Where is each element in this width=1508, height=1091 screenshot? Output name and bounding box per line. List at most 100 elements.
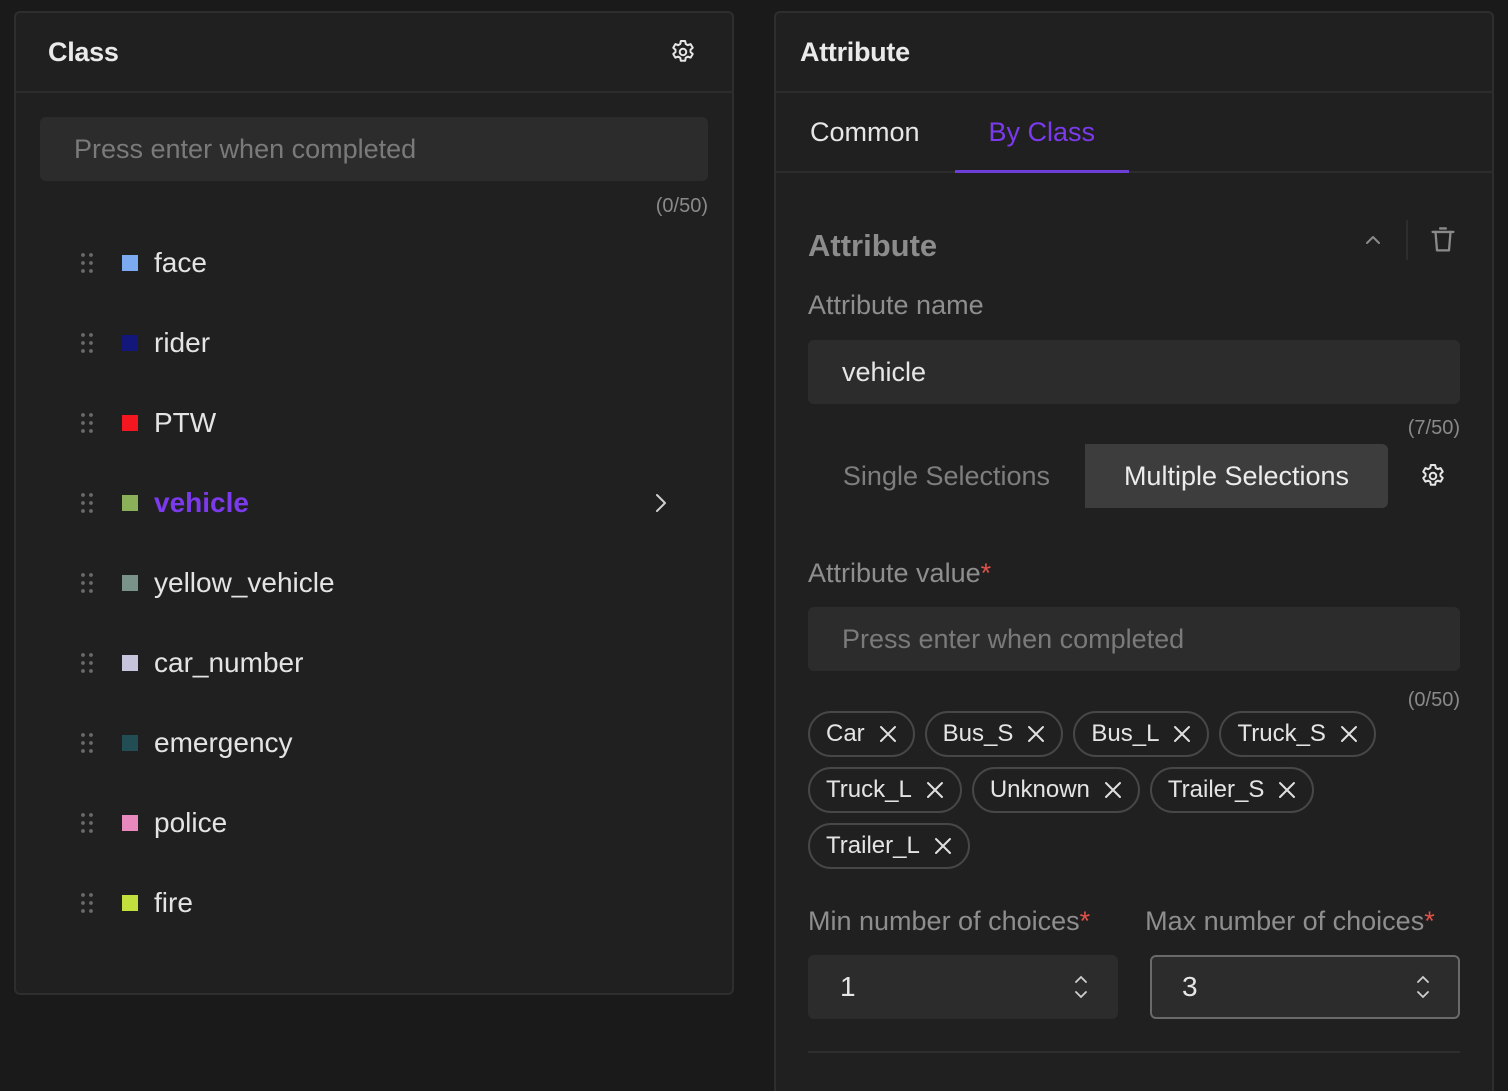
tab-by-class[interactable]: By Class [954,93,1130,173]
required-mark: * [1079,906,1091,936]
chevron-up-icon[interactable] [1074,975,1088,983]
drag-handle-icon[interactable] [80,252,94,274]
attribute-value-chip: Truck_S [1219,711,1376,757]
attribute-value-chip: Car [808,711,915,757]
class-color-swatch [122,735,138,751]
class-label: rider [154,327,211,358]
class-label: car_number [154,647,304,678]
min-choices-value: 1 [840,971,856,1002]
single-selection-option[interactable]: Single Selections [808,444,1085,508]
chip-label: Trailer_S [1167,776,1265,803]
close-icon[interactable] [1171,723,1193,745]
gear-icon [1422,464,1444,486]
class-item[interactable]: face [16,223,732,303]
max-choices-label: Max number of choices* [1145,906,1460,937]
min-choices-input[interactable]: 1 [808,955,1118,1019]
attribute-value-chips: Car Bus_S Bus_L Truck_S Truck_L Unknown Traile… [808,711,1408,869]
close-icon[interactable] [1025,723,1047,745]
attribute-value-label: Attribute value* [808,558,991,588]
multiple-selection-option[interactable]: Multiple Selections [1085,444,1388,508]
tab-common[interactable]: Common [794,93,936,171]
class-item[interactable]: rider [16,303,732,383]
drag-handle-icon[interactable] [80,812,94,834]
attribute-value-chip: Bus_S [924,711,1064,757]
class-color-swatch [122,815,138,831]
max-choices-stepper[interactable] [1416,975,1430,999]
class-list: face rider PTW vehicle yellow_vehicle car_num… [16,223,732,943]
class-label: police [154,807,228,838]
class-label: emergency [154,727,293,758]
class-panel: Class (0/50) face rider PTW vehicle yellow_v… [14,11,734,995]
attribute-value-chip: Truck_L [808,767,962,813]
chevron-up-icon[interactable] [1416,975,1430,983]
drag-handle-icon[interactable] [80,492,94,514]
close-icon[interactable] [932,835,954,857]
attribute-value-chip: Trailer_L [808,823,970,869]
selection-settings-button[interactable] [1416,459,1450,493]
attribute-section-header: Attribute [808,220,1460,264]
chevron-right-icon[interactable] [650,491,670,515]
chevron-down-icon[interactable] [1074,991,1088,999]
min-choices-label: Min number of choices* [808,906,1113,937]
close-icon[interactable] [1276,779,1298,801]
class-color-swatch [122,335,138,351]
chevron-down-icon[interactable] [1416,991,1430,999]
class-settings-button[interactable] [666,35,700,69]
class-item[interactable]: yellow_vehicle [16,543,732,623]
chip-label: Trailer_L [826,832,920,859]
class-item[interactable]: police [16,783,732,863]
drag-handle-icon[interactable] [80,412,94,434]
close-icon[interactable] [924,779,946,801]
class-label: yellow_vehicle [154,567,335,598]
drag-handle-icon[interactable] [80,892,94,914]
class-item[interactable]: vehicle [16,463,732,543]
attribute-name-label: Attribute name [808,290,984,320]
min-choices-stepper[interactable] [1074,975,1088,999]
chip-label: Bus_S [942,720,1014,747]
class-item[interactable]: emergency [16,703,732,783]
max-choices-input[interactable]: 3 [1150,955,1460,1019]
attribute-name-input[interactable] [808,340,1460,404]
attribute-panel: Attribute Common By Class Attribute Attr… [774,11,1494,1091]
close-icon[interactable] [1338,723,1360,745]
class-color-swatch [122,255,138,271]
drag-handle-icon[interactable] [80,572,94,594]
attribute-value-input[interactable] [808,607,1460,671]
gear-icon [672,40,694,62]
trash-icon [1431,227,1455,252]
class-label: fire [154,887,193,918]
chip-label: Unknown [989,776,1090,803]
max-choices-label-text: Max number of choices [1145,906,1425,936]
selection-mode-toggle: Single Selections Multiple Selections [808,444,1460,508]
collapse-button[interactable] [1356,223,1390,257]
min-choices-label-text: Min number of choices [808,906,1080,936]
class-item[interactable]: PTW [16,383,732,463]
required-mark: * [980,558,992,588]
attribute-section-title: Attribute [808,228,938,263]
drag-handle-icon[interactable] [80,332,94,354]
chip-label: Truck_S [1237,720,1326,747]
class-color-swatch [122,895,138,911]
class-color-swatch [122,575,138,591]
class-label: PTW [154,407,217,438]
drag-handle-icon[interactable] [80,652,94,674]
attribute-value-label-text: Attribute value [808,558,981,588]
class-panel-header: Class [16,13,732,93]
class-item[interactable]: fire [16,863,732,943]
delete-attribute-button[interactable] [1426,223,1460,257]
class-color-swatch [122,415,138,431]
action-divider [1406,220,1408,260]
class-item[interactable]: car_number [16,623,732,703]
attribute-value-chip: Unknown [971,767,1140,813]
chip-label: Bus_L [1091,720,1160,747]
attribute-value-chip: Bus_L [1073,711,1210,757]
chip-label: Truck_L [826,776,912,803]
chip-label: Car [826,720,865,747]
class-color-swatch [122,495,138,511]
class-label: vehicle [154,487,249,518]
close-icon[interactable] [877,723,899,745]
class-name-input[interactable] [40,117,708,181]
drag-handle-icon[interactable] [80,732,94,754]
required-mark: * [1424,906,1435,936]
close-icon[interactable] [1102,779,1124,801]
